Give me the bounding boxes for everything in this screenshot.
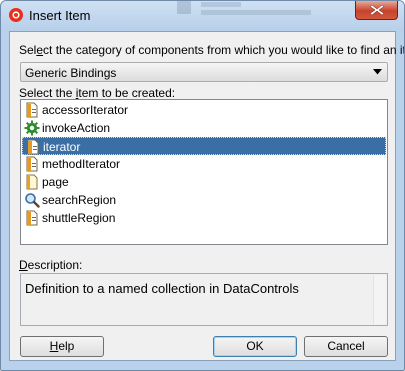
list-item[interactable]: accessorIterator: [22, 101, 386, 119]
gear-icon: [24, 120, 40, 136]
list-item[interactable]: searchRegion: [22, 191, 386, 209]
close-button[interactable]: [355, 1, 398, 20]
list-item-label: shuttleRegion: [42, 211, 116, 225]
list-item-label: searchRegion: [42, 193, 117, 207]
window-title: Insert Item: [29, 8, 91, 23]
category-dropdown[interactable]: Generic Bindings: [20, 62, 388, 82]
items-label: Select the item to be created:: [19, 86, 176, 100]
description-box[interactable]: Definition to a named collection in Data…: [20, 273, 388, 326]
list-item-label: invokeAction: [42, 121, 111, 135]
list-item[interactable]: shuttleRegion: [22, 209, 386, 227]
list-item-label: iterator: [43, 140, 81, 154]
insert-item-dialog: Insert Item Select the category of compo…: [0, 0, 405, 371]
list-item[interactable]: invokeAction: [22, 119, 386, 137]
oracle-jdeveloper-icon: [9, 8, 23, 22]
list-item-label: accessorIterator: [42, 103, 129, 117]
description-label: Description:: [19, 258, 83, 272]
category-label: Select the category of components from w…: [19, 43, 405, 57]
list-item-label: page: [42, 175, 69, 189]
help-button[interactable]: Help: [20, 336, 104, 357]
chevron-down-icon[interactable]: [373, 69, 382, 75]
page-icon: [26, 174, 38, 190]
binding-page-icon: [26, 102, 38, 118]
list-item-label: methodIterator: [42, 157, 121, 171]
binding-page-icon: [26, 210, 38, 226]
title-bar[interactable]: Insert Item: [1, 1, 404, 30]
background-window-icon: [177, 1, 311, 15]
description-scrollbar[interactable]: [373, 275, 386, 324]
close-icon: [370, 5, 384, 15]
list-item[interactable]: page: [22, 173, 386, 191]
category-selected-value: Generic Bindings: [25, 66, 117, 80]
list-item[interactable]: methodIterator: [22, 155, 386, 173]
dialog-content: Select the category of components from w…: [9, 31, 404, 361]
binding-page-icon: [27, 139, 39, 155]
magnifier-icon: [25, 193, 40, 208]
ok-button[interactable]: OK: [213, 336, 297, 357]
binding-page-icon: [26, 156, 38, 172]
description-text: Definition to a named collection in Data…: [25, 281, 299, 296]
cancel-button[interactable]: Cancel: [304, 336, 388, 357]
list-item-selected[interactable]: iterator: [22, 137, 386, 155]
items-list[interactable]: accessorIterator invokeAction iterator m…: [20, 99, 388, 245]
